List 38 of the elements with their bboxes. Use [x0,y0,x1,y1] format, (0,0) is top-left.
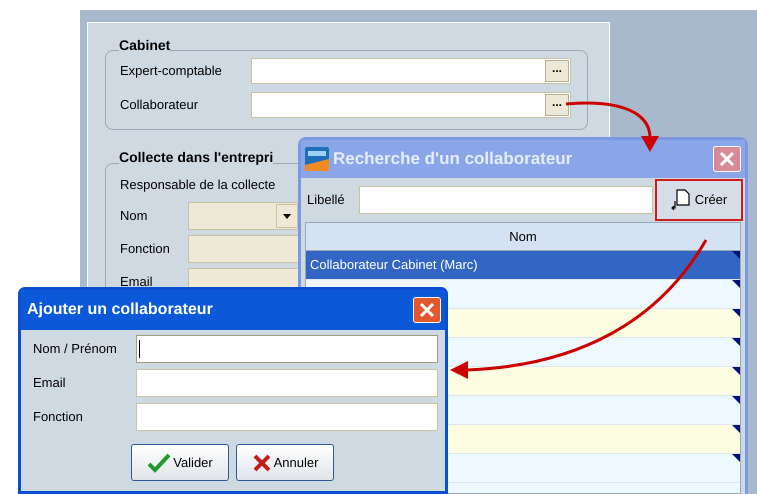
field-label: Fonction [33,408,84,426]
dropdown-arrow-icon [283,214,291,218]
field-label: Email [33,374,67,392]
field-label: Expert-comptable [120,62,223,80]
text-cursor-icon [139,340,140,358]
browse-button[interactable]: ... [545,94,569,116]
field-label: Nom [120,207,148,226]
search-field[interactable] [359,186,653,214]
close-button[interactable] [713,146,741,172]
field-label: Fonction [120,240,171,258]
input-field[interactable] [188,235,299,263]
field-label: Libellé [307,191,346,210]
window-title: Ajouter un collaborateur [27,300,214,320]
close-icon [719,151,735,167]
browse-button[interactable]: ... [545,60,569,82]
validate-button[interactable]: Valider [131,444,229,481]
dropdown-field[interactable] [188,202,299,230]
field-label: Collaborateur [120,96,200,114]
field-label: Email [120,273,154,292]
create-button[interactable]: Créer [655,179,743,221]
section-subtitle: Responsable de la collecte [120,176,276,194]
input-field[interactable]: ... [251,58,571,84]
input-field[interactable]: ... [251,92,571,118]
table-row[interactable]: Collaborateur Cabinet (Marc) [306,251,740,280]
cross-icon [252,452,272,472]
input-field[interactable] [136,369,438,397]
field-label: Nom / Prénom [33,340,118,358]
cancel-button[interactable]: Annuler [236,444,334,481]
input-field[interactable] [136,403,438,431]
logo-icon [305,147,329,171]
close-icon [419,302,435,318]
window-title: Recherche d'un collaborateur [333,148,574,170]
table-cell-text: Collaborateur Cabinet (Marc) [310,256,478,274]
column-header[interactable]: Nom [306,223,740,251]
input-field[interactable] [136,335,438,363]
close-button[interactable] [413,297,441,323]
check-icon [147,452,172,472]
new-document-icon [670,189,691,211]
